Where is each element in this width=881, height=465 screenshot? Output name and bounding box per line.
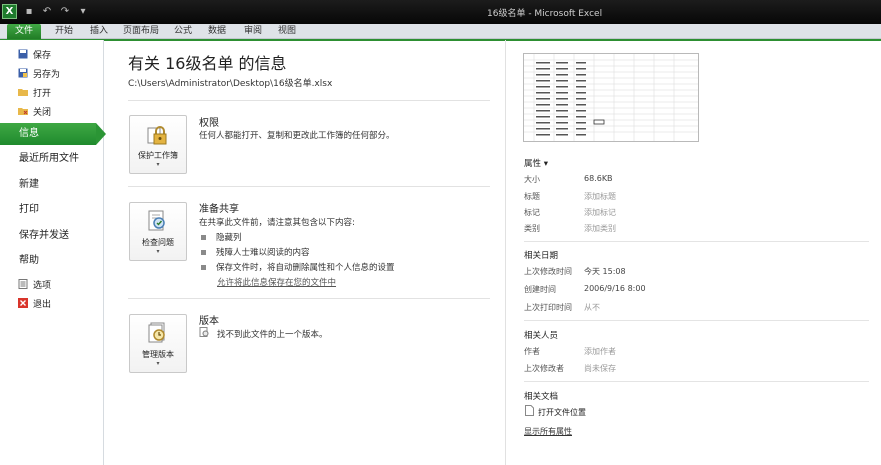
person-label: 作者 (524, 347, 540, 356)
dates-header: 相关日期 (524, 251, 559, 261)
docs-header: 相关文档 (524, 392, 559, 402)
nav-exit-label: 退出 (33, 299, 52, 310)
permissions-text: 任何人都能打开、复制和更改此工作簿的任何部分。 (199, 131, 395, 141)
section-divider (128, 100, 490, 101)
manage-versions-button[interactable]: 管理版本 ▾ (129, 314, 187, 373)
nav-options[interactable]: 选项 (18, 276, 51, 292)
redo-icon[interactable]: ↷ (59, 6, 71, 18)
nav-info[interactable]: 信息 (0, 123, 106, 145)
document-preview[interactable] (523, 53, 699, 142)
dropdown-arrow-icon: ▾ (156, 360, 160, 367)
nav-open[interactable]: 打开 (18, 84, 51, 100)
nav-recent[interactable]: 最近所用文件 (0, 148, 104, 170)
page-title: 有关 16级名单 的信息 (128, 54, 287, 73)
manage-versions-label: 管理版本 (142, 350, 174, 359)
property-value-field[interactable]: 添加类别 (584, 223, 616, 234)
undo-icon[interactable]: ↶ (41, 6, 53, 18)
show-all-properties-link[interactable]: 显示所有属性 (524, 426, 572, 437)
section-divider (128, 186, 490, 187)
section-divider (524, 381, 869, 382)
tab-home[interactable]: 开始 (55, 25, 73, 39)
person-value: 尚未保存 (584, 364, 616, 373)
tab-file[interactable]: 文件 (7, 24, 41, 40)
tab-insert[interactable]: 插入 (90, 25, 108, 39)
dropdown-arrow-icon: ▾ (156, 248, 160, 255)
date-label: 上次打印时间 (524, 303, 572, 312)
share-bullet: 隐藏列 (201, 231, 242, 243)
quick-access-toolbar: X ▪ ↶ ↷ ▾ (2, 4, 89, 19)
nav-open-label: 打开 (33, 88, 52, 99)
versions-text: 找不到此文件的上一个版本。 (217, 330, 328, 340)
nav-new[interactable]: 新建 (0, 174, 104, 196)
property-label: 大小 (524, 175, 540, 184)
file-location-icon (525, 405, 534, 416)
title-bar: X ▪ ↶ ↷ ▾ 16级名单 - Microsoft Excel (0, 0, 881, 24)
tab-review[interactable]: 审阅 (244, 25, 262, 39)
nav-print[interactable]: 打印 (0, 199, 104, 221)
section-divider (524, 320, 869, 321)
nav-save-as[interactable]: 另存为 (18, 65, 60, 81)
properties-header[interactable]: 属性 ▾ (524, 157, 548, 169)
save-icon[interactable]: ▪ (23, 6, 35, 18)
tab-data[interactable]: 数据 (208, 25, 226, 39)
ribbon-tabs: 文件 开始 插入 页面布局 公式 数据 审阅 视图 (0, 24, 881, 40)
date-value: 今天 15:08 (584, 267, 626, 276)
tab-view[interactable]: 视图 (278, 25, 296, 39)
check-issues-button[interactable]: 检查问题 ▾ (129, 202, 187, 261)
nav-close-label: 关闭 (33, 107, 52, 118)
customize-qat-icon[interactable]: ▾ (77, 6, 89, 18)
versions-title: 版本 (199, 316, 219, 327)
date-label: 创建时间 (524, 285, 556, 294)
close-folder-icon (18, 108, 28, 115)
tab-formulas[interactable]: 公式 (174, 25, 192, 39)
save-icon (18, 49, 28, 59)
person-label: 上次修改者 (524, 364, 564, 373)
tab-page-layout[interactable]: 页面布局 (123, 25, 159, 39)
section-divider (524, 241, 869, 242)
nav-save-send[interactable]: 保存并发送 (0, 225, 104, 247)
check-issues-label: 检查问题 (142, 238, 174, 247)
nav-save-as-label: 另存为 (33, 69, 61, 80)
version-file-icon (199, 327, 209, 337)
open-file-location-link[interactable]: 打开文件位置 (538, 407, 586, 418)
property-value-field[interactable]: 添加标记 (584, 207, 616, 218)
window-title: 16级名单 - Microsoft Excel (487, 9, 603, 19)
property-value: 68.6KB (584, 174, 613, 183)
excel-logo-icon[interactable]: X (2, 4, 17, 19)
nav-save[interactable]: 保存 (18, 46, 51, 62)
share-text: 在共享此文件前，请注意其包含以下内容: (199, 218, 355, 228)
file-path: C:\Users\Administrator\Desktop\16级名单.xls… (128, 79, 333, 89)
date-label: 上次修改时间 (524, 267, 572, 276)
dropdown-arrow-icon: ▾ (156, 161, 160, 168)
nav-help[interactable]: 帮助 (0, 250, 104, 272)
spreadsheet-thumbnail-icon (524, 54, 698, 141)
nav-exit[interactable]: 退出 (18, 295, 51, 311)
share-title: 准备共享 (199, 204, 239, 215)
manage-versions-icon (148, 322, 165, 343)
nav-close[interactable]: 关闭 (18, 103, 51, 119)
exit-icon (18, 298, 28, 308)
inspect-document-icon (148, 210, 165, 231)
date-value: 从不 (584, 303, 600, 312)
protect-workbook-label: 保护工作簿 (138, 151, 178, 160)
open-folder-icon (18, 89, 28, 96)
protect-workbook-button[interactable]: 保护工作簿 ▾ (129, 115, 187, 174)
property-label: 类别 (524, 224, 540, 233)
nav-options-label: 选项 (33, 280, 52, 291)
people-header: 相关人员 (524, 331, 559, 341)
lock-icon (147, 126, 167, 145)
section-divider (128, 298, 490, 299)
allow-save-info-link[interactable]: 允许将此信息保存在您的文件中 (217, 276, 336, 288)
date-value: 2006/9/16 8:00 (584, 284, 646, 293)
permissions-title: 权限 (199, 118, 219, 129)
nav-save-label: 保存 (33, 50, 52, 61)
property-label: 标记 (524, 208, 540, 217)
save-as-icon (18, 68, 28, 78)
property-label: 标题 (524, 192, 540, 201)
share-bullet: 残障人士难以阅读的内容 (201, 246, 310, 258)
options-icon (18, 279, 28, 289)
author-field[interactable]: 添加作者 (584, 346, 616, 357)
share-bullet: 保存文件时，将自动删除属性和个人信息的设置 (201, 261, 395, 273)
property-value-field[interactable]: 添加标题 (584, 191, 616, 202)
